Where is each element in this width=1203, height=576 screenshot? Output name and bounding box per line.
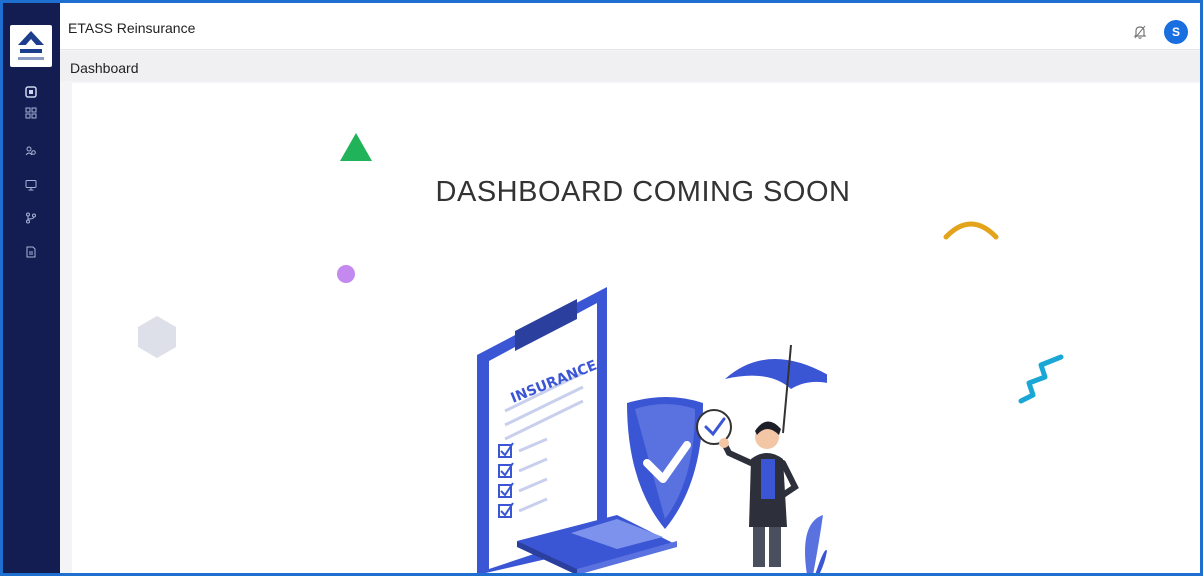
app-window: ETASS Reinsurance S Dashboard DASHBOARD … [0, 0, 1203, 576]
sidebar-item-reports[interactable] [23, 244, 39, 260]
hexagon-decoration [138, 316, 176, 358]
coming-soon-heading: DASHBOARD COMING SOON [435, 176, 851, 208]
notification-bell-icon[interactable] [1132, 23, 1148, 41]
breadcrumb-current: Dashboard [70, 60, 139, 76]
triangle-decoration [340, 133, 372, 161]
top-bar: ETASS Reinsurance S [60, 3, 1200, 50]
users-icon [25, 146, 36, 156]
sidebar-item-dashboard[interactable] [23, 84, 39, 100]
sidebar-item-workflow[interactable] [23, 210, 39, 226]
company-logo[interactable] [10, 25, 52, 67]
sidebar [3, 3, 60, 573]
dashboard-icon [25, 86, 37, 98]
sidebar-item-modules[interactable] [23, 105, 39, 121]
app-title: ETASS Reinsurance [68, 20, 196, 36]
circle-decoration [337, 265, 355, 283]
insurance-illustration: INSURANCE [477, 287, 827, 573]
sidebar-item-users[interactable] [23, 143, 39, 159]
arc-decoration [943, 221, 999, 240]
document-icon [26, 246, 36, 258]
main-content: DASHBOARD COMING SOON INSURANCE [72, 83, 1200, 573]
breadcrumb: Dashboard [60, 51, 1200, 81]
grid-icon [25, 107, 37, 119]
monitor-icon [25, 180, 37, 191]
zigzag-decoration [1018, 354, 1064, 404]
branch-icon [26, 212, 36, 224]
user-avatar[interactable]: S [1164, 20, 1188, 44]
sidebar-item-monitor[interactable] [23, 177, 39, 193]
